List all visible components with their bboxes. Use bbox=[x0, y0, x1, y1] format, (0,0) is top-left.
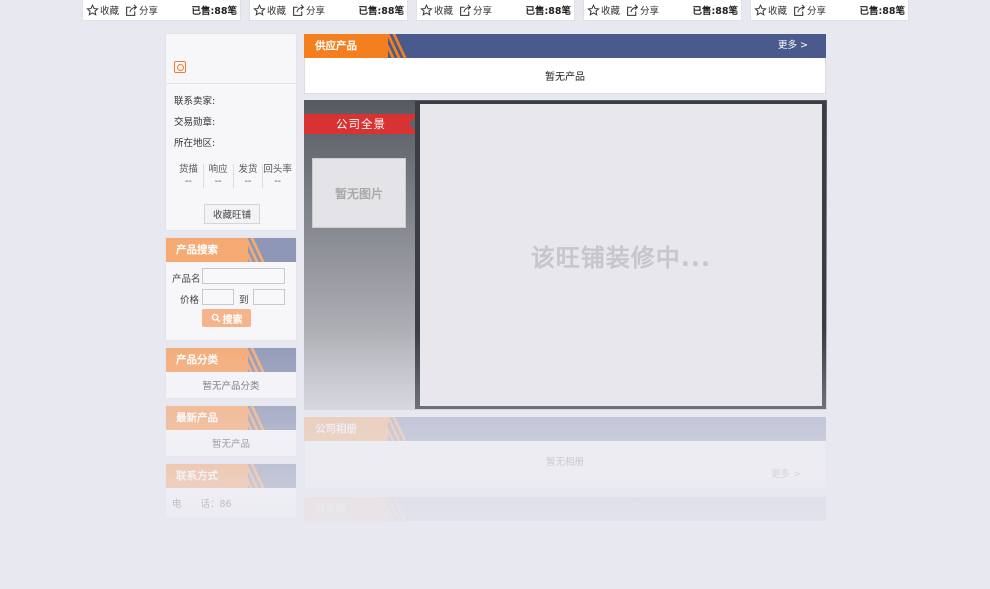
favorite-label: 收藏 bbox=[601, 6, 621, 17]
more-link[interactable]: 更多 > bbox=[778, 34, 808, 58]
rating-description: 货描 -- bbox=[174, 164, 204, 188]
search-icon bbox=[211, 313, 220, 323]
star-icon bbox=[253, 3, 266, 16]
share-label: 分享 bbox=[473, 6, 493, 17]
company-panorama: 公司全景 暂无图片 该旺铺装修中... bbox=[304, 100, 827, 410]
rating-response: 响应 -- bbox=[204, 164, 234, 188]
section-title: 产品搜索 bbox=[166, 238, 248, 262]
shop-logo-icon bbox=[174, 61, 186, 73]
star-icon bbox=[587, 3, 600, 16]
search-button[interactable]: 搜索 bbox=[202, 309, 251, 327]
product-card: 收藏 分享 已售:88笔 bbox=[416, 0, 575, 21]
product-card: 收藏 分享 已售:88笔 bbox=[583, 0, 742, 21]
section-title: 产品分类 bbox=[166, 348, 248, 372]
favorite-label: 收藏 bbox=[267, 6, 287, 17]
price-max-input[interactable] bbox=[253, 289, 285, 305]
favorite-label: 收藏 bbox=[434, 6, 454, 17]
panorama-stage: 该旺铺装修中... bbox=[415, 101, 826, 409]
share-icon bbox=[794, 3, 806, 16]
section-header: 产品搜索 bbox=[166, 238, 296, 262]
sold-count: 已售:88笔 bbox=[525, 6, 571, 17]
sold-count: 已售:88笔 bbox=[859, 6, 905, 17]
share-icon bbox=[126, 3, 138, 16]
share-label: 分享 bbox=[807, 6, 827, 17]
favorite-label: 收藏 bbox=[100, 6, 120, 17]
favorite-action[interactable]: 收藏 bbox=[253, 3, 286, 17]
product-name-input[interactable] bbox=[202, 268, 285, 284]
price-label: 价格 bbox=[180, 295, 200, 306]
price-min-input[interactable] bbox=[202, 289, 234, 305]
top-product-strip: 收藏 分享 已售:88笔 收藏 分享 已售:88笔 收藏 分享 已售:88笔 收… bbox=[0, 0, 990, 22]
section-title: 留言板 bbox=[304, 497, 388, 521]
empty-album-text: 暂无相册 bbox=[545, 457, 584, 468]
product-card: 收藏 分享 已售:88笔 bbox=[249, 0, 408, 21]
product-category-section: 产品分类 暂无产品分类 bbox=[165, 347, 297, 399]
contact-seller-label: 联系卖家: bbox=[174, 96, 216, 107]
search-button-label: 搜索 bbox=[222, 314, 243, 326]
under-construction-text: 该旺铺装修中... bbox=[420, 104, 822, 406]
share-action[interactable]: 分享 bbox=[459, 3, 492, 17]
product-name-label: 产品名 bbox=[172, 274, 201, 285]
section-title: 最新产品 bbox=[166, 406, 248, 430]
favorite-action[interactable]: 收藏 bbox=[420, 3, 453, 17]
product-search-section: 产品搜索 产品名 价格 到 搜索 bbox=[165, 237, 297, 341]
shop-info-box: 联系卖家: 交易勋章: 所在地区: 货描 -- 响应 -- 发货 -- 回头率 -- 收… bbox=[165, 33, 297, 231]
company-album-body: 暂无相册 更多 > bbox=[304, 441, 826, 489]
share-icon bbox=[460, 3, 472, 16]
share-icon bbox=[627, 3, 639, 16]
message-board-header: 留言板 bbox=[304, 497, 826, 521]
sold-count: 已售:88笔 bbox=[358, 6, 404, 17]
favorite-action[interactable]: 收藏 bbox=[86, 3, 119, 17]
shop-ratings: 货描 -- 响应 -- 发货 -- 回头率 -- bbox=[174, 164, 292, 188]
section-title: 公司相册 bbox=[304, 417, 388, 441]
sidebar: 联系卖家: 交易勋章: 所在地区: 货描 -- 响应 -- 发货 -- 回头率 -- 收… bbox=[165, 33, 297, 519]
empty-category-text: 暂无产品分类 bbox=[202, 381, 260, 392]
favorite-action[interactable]: 收藏 bbox=[754, 3, 787, 17]
product-card: 收藏 分享 已售:88笔 bbox=[82, 0, 241, 21]
share-action[interactable]: 分享 bbox=[793, 3, 826, 17]
rating-shipping: 发货 -- bbox=[234, 164, 264, 188]
sold-count: 已售:88笔 bbox=[191, 6, 237, 17]
favorite-action[interactable]: 收藏 bbox=[587, 3, 620, 17]
contact-section: 联系方式 电 话：86 bbox=[165, 463, 297, 519]
share-label: 分享 bbox=[139, 6, 159, 17]
product-card: 收藏 分享 已售:88笔 bbox=[750, 0, 909, 21]
trade-medal-label: 交易勋章: bbox=[174, 117, 216, 128]
share-action[interactable]: 分享 bbox=[125, 3, 158, 17]
panorama-thumbnail[interactable]: 暂无图片 bbox=[312, 158, 406, 228]
favorite-shop-button[interactable]: 收藏旺铺 bbox=[204, 204, 260, 224]
latest-products-section: 最新产品 暂无产品 bbox=[165, 405, 297, 457]
price-to-label: 到 bbox=[239, 295, 249, 306]
supply-products-header: 供应产品 更多 > bbox=[304, 34, 826, 58]
share-action[interactable]: 分享 bbox=[626, 3, 659, 17]
section-header: 联系方式 bbox=[166, 464, 296, 488]
share-label: 分享 bbox=[640, 6, 660, 17]
contact-phone: 电 话：86 bbox=[172, 499, 232, 510]
rating-repeat-rate: 回头率 -- bbox=[263, 164, 292, 187]
star-icon bbox=[86, 3, 99, 16]
share-action[interactable]: 分享 bbox=[292, 3, 325, 17]
empty-latest-text: 暂无产品 bbox=[211, 439, 250, 450]
panorama-ribbon: 公司全景 bbox=[304, 114, 418, 134]
star-icon bbox=[420, 3, 433, 16]
favorite-label: 收藏 bbox=[768, 6, 788, 17]
star-icon bbox=[754, 3, 767, 16]
section-title: 供应产品 bbox=[304, 34, 388, 58]
region-label: 所在地区: bbox=[174, 138, 216, 149]
share-label: 分享 bbox=[306, 6, 326, 17]
section-header: 产品分类 bbox=[166, 348, 296, 372]
empty-supply-text: 暂无产品 bbox=[304, 58, 826, 94]
company-album-header: 公司相册 bbox=[304, 417, 826, 441]
more-link[interactable]: 更多 > bbox=[771, 466, 801, 480]
share-icon bbox=[293, 3, 305, 16]
sold-count: 已售:88笔 bbox=[692, 6, 738, 17]
shop-header bbox=[166, 34, 296, 84]
section-header: 最新产品 bbox=[166, 406, 296, 430]
section-title: 联系方式 bbox=[166, 464, 248, 488]
